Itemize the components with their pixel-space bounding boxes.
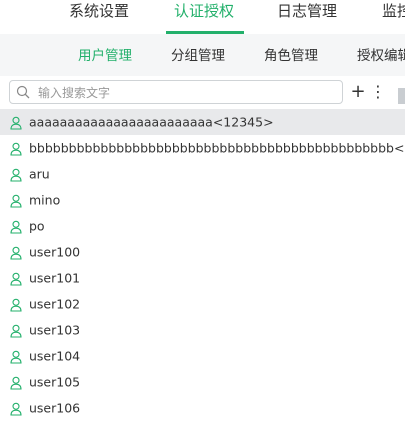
user-icon	[10, 272, 22, 286]
user-icon	[10, 220, 22, 234]
subtab-group-management[interactable]: 分组管理	[171, 44, 225, 64]
user-name: user102	[29, 296, 81, 312]
toolbar: + ⋮	[0, 76, 405, 110]
user-name: user106	[29, 400, 81, 416]
list-item[interactable]: bbbbbbbbbbbbbbbbbbbbbbbbbbbbbbbbbbbbbbbb…	[0, 135, 405, 161]
list-item[interactable]: user100	[0, 239, 405, 265]
user-name: bbbbbbbbbbbbbbbbbbbbbbbbbbbbbbbbbbbbbbbb…	[29, 140, 405, 156]
user-list: aaaaaaaaaaaaaaaaaaaaaaaa<12345> bbbbbbbb…	[0, 109, 405, 424]
user-icon	[10, 168, 22, 182]
list-item[interactable]: mino	[0, 187, 405, 213]
user-icon	[10, 376, 22, 390]
user-icon	[10, 142, 22, 156]
user-name: aru	[29, 166, 50, 182]
subtab-auth-edit[interactable]: 授权编辑	[357, 44, 405, 64]
user-name: po	[29, 218, 45, 234]
list-item[interactable]: user101	[0, 265, 405, 291]
user-icon	[10, 298, 22, 312]
list-item[interactable]: user104	[0, 343, 405, 369]
user-name: aaaaaaaaaaaaaaaaaaaaaaaa<12345>	[29, 114, 274, 130]
user-icon	[10, 246, 22, 260]
user-name: user100	[29, 244, 81, 260]
user-name: mino	[29, 192, 61, 208]
add-user-button[interactable]: +	[349, 82, 367, 102]
tab-auth[interactable]: 认证授权	[174, 0, 234, 34]
user-name: user105	[29, 374, 81, 390]
list-item[interactable]: aaaaaaaaaaaaaaaaaaaaaaaa<12345>	[0, 109, 405, 135]
subtab-user-management[interactable]: 用户管理	[78, 44, 132, 64]
list-item[interactable]: aru	[0, 161, 405, 187]
list-item[interactable]: user105	[0, 369, 405, 395]
top-nav: 系统设置 认证授权 日志管理 监控	[0, 0, 405, 34]
sub-nav: 用户管理 分组管理 角色管理 授权编辑	[0, 34, 405, 76]
search-box[interactable]	[9, 80, 343, 104]
tab-monitor[interactable]: 监控	[382, 0, 405, 34]
subtab-role-management[interactable]: 角色管理	[264, 44, 318, 64]
user-name: user104	[29, 348, 81, 364]
list-item[interactable]: po	[0, 213, 405, 239]
user-name: user101	[29, 270, 81, 286]
user-icon	[10, 194, 22, 208]
list-item[interactable]: user103	[0, 317, 405, 343]
list-item[interactable]: user102	[0, 291, 405, 317]
user-icon	[10, 350, 22, 364]
user-name: user103	[29, 322, 81, 338]
search-icon	[16, 85, 30, 99]
user-icon	[10, 324, 22, 338]
tab-system-settings[interactable]: 系统设置	[69, 0, 129, 34]
search-input[interactable]	[36, 83, 340, 103]
tab-log-management[interactable]: 日志管理	[277, 0, 337, 34]
more-menu-button[interactable]: ⋮	[369, 82, 387, 102]
user-icon	[10, 402, 22, 416]
list-item[interactable]: user106	[0, 395, 405, 421]
user-icon	[10, 116, 22, 130]
scrollbar[interactable]	[398, 88, 405, 104]
